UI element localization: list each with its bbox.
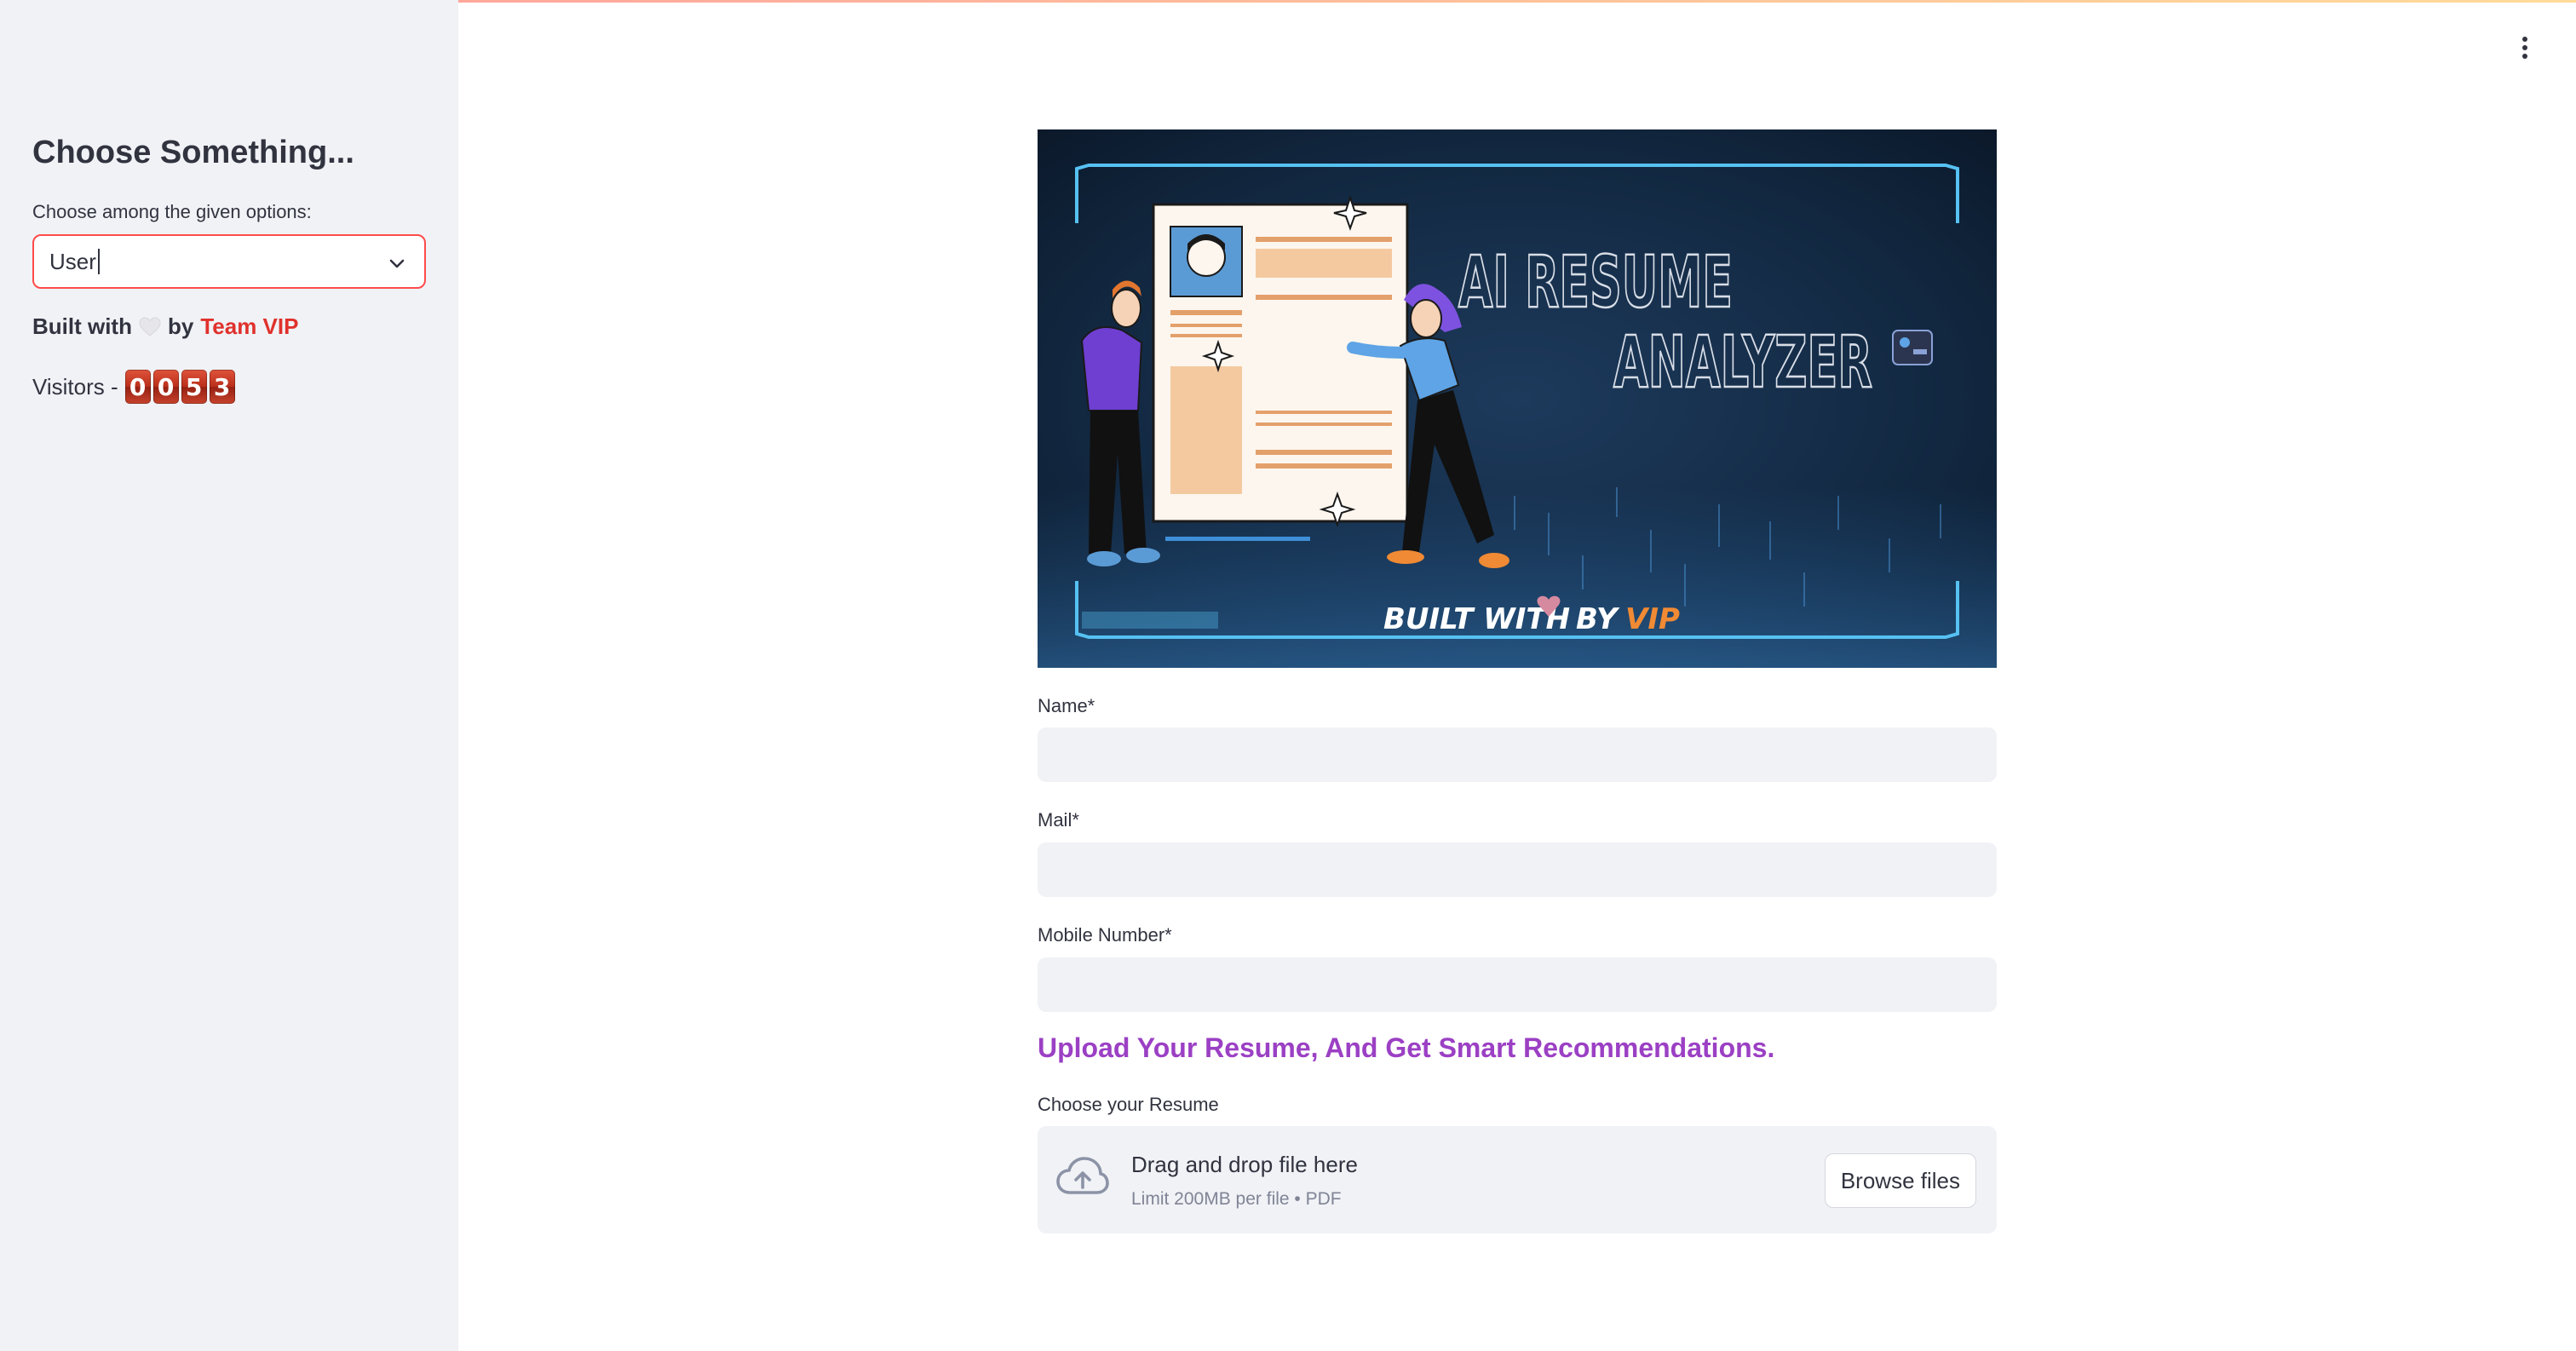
banner-title-line1: AI RESUME [1458, 240, 1733, 324]
sidebar: Choose Something... Choose among the giv… [0, 0, 458, 1351]
browse-files-button[interactable]: Browse files [1824, 1153, 1976, 1208]
heart-icon [139, 316, 161, 336]
built-with-text: Built with [32, 313, 132, 339]
sidebar-title: Choose Something... [32, 135, 354, 170]
chevron-down-icon[interactable] [387, 253, 407, 273]
mobile-label: Mobile Number* [1038, 924, 1172, 946]
dropzone-limit: Limit 200MB per file • PDF [1131, 1189, 1342, 1209]
counter-digit: 0 [124, 370, 151, 404]
mail-input[interactable] [1038, 842, 1997, 897]
name-label: Name* [1038, 695, 1095, 716]
text-cursor [97, 249, 100, 274]
role-select[interactable]: User [32, 234, 426, 289]
banner-title-line2: ANALYZER [1613, 320, 1872, 404]
counter-digits: 0 0 5 3 [124, 370, 235, 404]
upload-heading: Upload Your Resume, And Get Smart Recomm… [1038, 1032, 1775, 1063]
file-dropzone[interactable]: Drag and drop file here Limit 200MB per … [1038, 1126, 1997, 1233]
visitors-label: Visitors - [32, 373, 118, 400]
role-select-value: User [49, 248, 96, 274]
select-label: Choose among the given options: [32, 201, 312, 222]
name-input[interactable] [1038, 727, 1997, 782]
mobile-input[interactable] [1038, 957, 1997, 1012]
kebab-menu-icon[interactable] [2515, 34, 2535, 61]
visitor-counter: Visitors - 0 0 5 3 [32, 370, 235, 404]
cloud-upload-icon [1056, 1157, 1109, 1194]
banner-footer-by: BY [1576, 602, 1620, 636]
counter-digit: 5 [181, 370, 207, 404]
dropzone-instruction: Drag and drop file here [1131, 1152, 1358, 1177]
resume-label: Choose your Resume [1038, 1094, 1219, 1115]
built-with-credit: Built with by Team VIP [32, 313, 298, 340]
banner-image: AI RESUME ANALYZER BUILT WITH BY VIP [1038, 129, 1997, 668]
team-name: Team VIP [200, 313, 299, 339]
mail-label: Mail* [1038, 809, 1079, 831]
counter-digit: 0 [152, 370, 179, 404]
counter-digit: 3 [209, 370, 235, 404]
built-by-text: by [167, 313, 194, 339]
banner-footer-vip: VIP [1625, 602, 1680, 636]
